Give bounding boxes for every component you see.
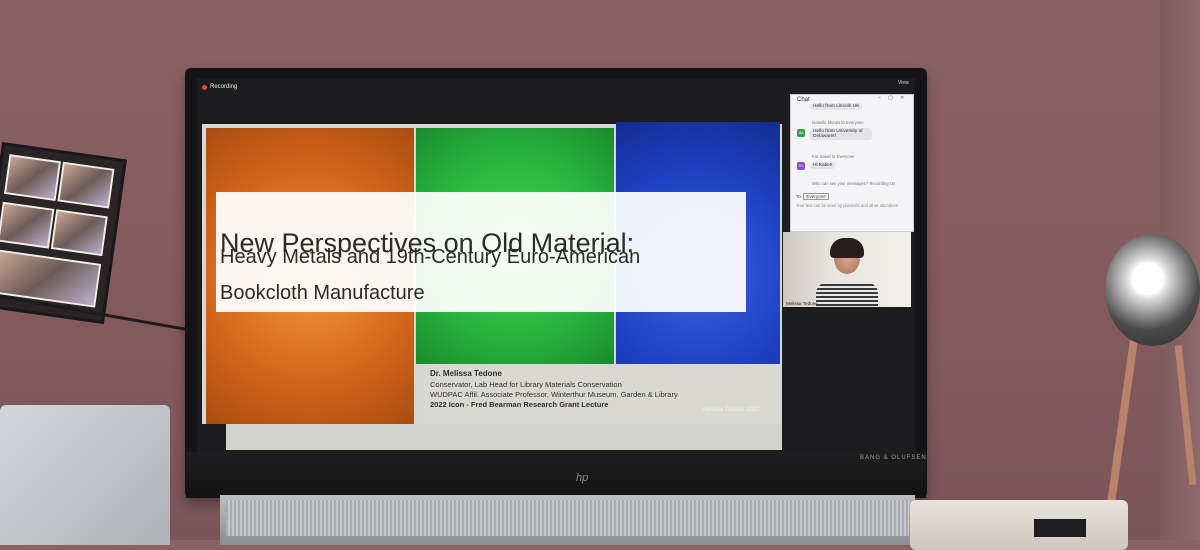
photo-strip: [0, 142, 127, 324]
slide-bottom-band: [226, 424, 782, 450]
speaker-hair: [830, 238, 864, 258]
lecture-title: 2022 Icon - Fred Bearman Research Grant …: [430, 400, 609, 409]
photo: [3, 154, 62, 202]
window-controls[interactable]: – ▢ ✕: [878, 95, 907, 101]
chat-hint: Your text can be seen by panelists and o…: [796, 203, 899, 208]
chat-message: Hello from University of Delaware!!: [810, 128, 872, 140]
laptop: [0, 405, 170, 545]
chat-message: Hello from Lincoln UK: [810, 103, 863, 110]
record-icon: [202, 84, 207, 90]
brand-label: BANG & OLUFSEN: [860, 455, 927, 461]
monitor-bezel: [186, 452, 926, 498]
photo: [50, 209, 108, 257]
chat-sender: Kat Sawel to Everyone: [812, 154, 855, 159]
to-label: To:: [796, 194, 803, 199]
avatar: IM: [797, 129, 805, 137]
lamp-leg: [1106, 340, 1138, 510]
presenter-affiliation: WUDPAC Affil. Associate Professor, Winte…: [430, 390, 678, 399]
radio-display: [1034, 519, 1086, 537]
slide-subtitle-line1: Heavy Metals and 19th-Century Euro-Ameri…: [220, 246, 641, 268]
chat-panel: [790, 94, 914, 232]
chat-sender: Isabella Morais to Everyone: [812, 120, 864, 125]
presenter-role: Conservator, Lab Head for Library Materi…: [430, 380, 622, 389]
hp-logo: hp: [576, 472, 589, 484]
speaker-grille: [226, 500, 909, 536]
chat-message: Hi Katie!!: [810, 162, 836, 169]
lamp-shade: [1105, 234, 1200, 346]
speaker-name: Melissa Tedone: [786, 301, 818, 306]
radio: [910, 500, 1128, 550]
recording-indicator[interactable]: Recording: [202, 84, 237, 90]
photo: [0, 201, 55, 249]
presenter-name: Dr. Melissa Tedone: [430, 369, 502, 378]
slide-footer: Melissa Tedone 2022: [703, 407, 760, 413]
recording-label: Recording: [210, 84, 238, 90]
photo: [57, 161, 115, 209]
avatar: KI: [797, 162, 805, 170]
recipient-select[interactable]: Everyone: [803, 193, 829, 200]
slide-subtitle-line2: Bookcloth Manufacture: [220, 282, 425, 304]
chat-title: Chat: [797, 97, 810, 103]
chat-recipient-row[interactable]: To: Everyone: [796, 193, 829, 200]
speaker-body: [816, 282, 878, 307]
chat-visibility-note[interactable]: Who can see your messages? Recording On: [812, 181, 895, 186]
view-button[interactable]: View: [898, 80, 909, 86]
